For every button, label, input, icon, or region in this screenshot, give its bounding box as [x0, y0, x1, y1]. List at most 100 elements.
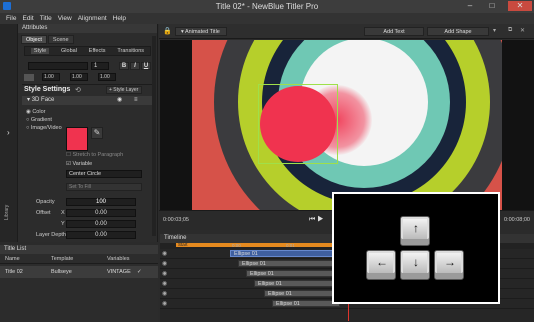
- menu-edit[interactable]: Edit: [22, 13, 33, 24]
- column-name[interactable]: Name: [5, 256, 51, 262]
- selection-box[interactable]: [258, 84, 338, 164]
- start-marker[interactable]: Start: [176, 242, 356, 247]
- menu-file[interactable]: File: [6, 13, 16, 24]
- clip-ellipse[interactable]: Ellipse 01: [230, 250, 340, 257]
- tick-label: 0:01: [286, 243, 295, 248]
- menu-title[interactable]: Title: [40, 13, 52, 24]
- set-to-fill-select[interactable]: Set To Fill: [66, 183, 142, 191]
- opacity-slider[interactable]: 100: [66, 198, 136, 206]
- minimize-button[interactable]: –: [462, 1, 478, 11]
- layer-depth-label: Layer Depth: [36, 232, 66, 238]
- bold-button[interactable]: B: [119, 62, 129, 70]
- layer-depth-slider[interactable]: 0.00: [66, 231, 136, 239]
- title-type-select[interactable]: ▾ Animated Title: [175, 27, 227, 36]
- eye-icon[interactable]: ◉: [117, 96, 122, 105]
- y-label: Y: [61, 221, 65, 227]
- end-time: 0:00:08;00: [504, 217, 530, 223]
- tick-label: 0:00: [232, 243, 241, 248]
- spacing-field-3[interactable]: 1.00: [98, 73, 116, 81]
- menu-view[interactable]: View: [58, 13, 72, 24]
- library-rail: › Library: [0, 24, 18, 242]
- radio-gradient[interactable]: ○ Gradient: [26, 117, 71, 125]
- add-shape-button[interactable]: Add Shape: [427, 27, 489, 36]
- style-layer-button[interactable]: + Style Layer: [106, 86, 142, 94]
- offset-y-slider[interactable]: 0.00: [66, 220, 136, 228]
- subtab-style[interactable]: Style: [30, 48, 50, 54]
- font-size-select[interactable]: 1: [91, 62, 109, 70]
- eye-icon[interactable]: ◉: [162, 290, 167, 297]
- menu-bar: File Edit Title View Alignment Help: [0, 13, 534, 24]
- close-icon[interactable]: ✕: [520, 27, 525, 34]
- eye-icon[interactable]: ◉: [162, 250, 167, 257]
- underline-button[interactable]: U: [141, 62, 151, 70]
- float-icon[interactable]: ⧉: [508, 27, 512, 34]
- title-list-row[interactable]: Title 02 Bullseye VINTAGE ✓: [0, 266, 158, 278]
- layer-header-3d-face[interactable]: ▾ 3D Face ◉ ≡: [22, 96, 152, 105]
- eye-icon[interactable]: ◉: [162, 270, 167, 277]
- clip-ellipse[interactable]: Ellipse 01: [246, 270, 340, 277]
- tab-object[interactable]: Object: [21, 35, 47, 44]
- subtab-transitions[interactable]: Transitions: [117, 48, 144, 54]
- menu-alignment[interactable]: Alignment: [78, 13, 107, 24]
- align-left-icon[interactable]: [24, 74, 34, 81]
- font-family-select[interactable]: [28, 62, 88, 70]
- attributes-header: Attributes: [18, 24, 157, 33]
- lock-icon[interactable]: 🔒: [163, 27, 172, 35]
- add-text-button[interactable]: Add Text: [364, 27, 424, 36]
- title-list-header: Title List: [0, 245, 158, 254]
- title-list-columns: Name Template Variables: [0, 254, 158, 264]
- arrow-keys-overlay: ↑ ← ↓ →: [332, 192, 500, 304]
- divider: [22, 84, 152, 85]
- library-label[interactable]: Library: [4, 205, 10, 220]
- fill-type-group: ◉ Color ○ Gradient ○ Image/Video: [26, 109, 71, 133]
- clip-ellipse[interactable]: Ellipse 01: [272, 300, 340, 307]
- radio-image-video[interactable]: ○ Image/Video: [26, 125, 71, 133]
- x-label: X: [61, 210, 65, 216]
- attributes-panel: Attributes Object Scene Style Global Effe…: [18, 24, 158, 242]
- tab-scene[interactable]: Scene: [47, 35, 74, 44]
- italic-button[interactable]: I: [130, 62, 140, 70]
- maximize-button[interactable]: □: [484, 1, 500, 11]
- eye-icon[interactable]: ◉: [162, 300, 167, 307]
- row-variables: VINTAGE: [107, 269, 131, 275]
- canvas-toolbar: 🔒 ▾ Animated Title Add Text Add Shape ▾ …: [159, 24, 534, 39]
- radio-color[interactable]: ◉ Color: [26, 109, 71, 117]
- current-time: 0:00:03;05: [163, 217, 189, 223]
- checkmark-icon[interactable]: ✓: [137, 269, 142, 275]
- spacing-field-1[interactable]: 1.00: [42, 73, 60, 81]
- eye-icon[interactable]: ◉: [162, 280, 167, 287]
- left-arrow-key-icon: ←: [366, 250, 396, 280]
- color-swatch[interactable]: [66, 127, 88, 151]
- title-list-panel: Title List Name Template Variables Title…: [0, 245, 158, 322]
- clip-ellipse[interactable]: Ellipse 01: [238, 260, 340, 267]
- offset-label: Offset: [36, 210, 51, 216]
- clip-ellipse[interactable]: Ellipse 01: [254, 280, 340, 287]
- reset-icon[interactable]: ⟲: [75, 86, 81, 94]
- variable-checkbox[interactable]: ☑ Variable: [66, 161, 92, 167]
- column-template[interactable]: Template: [51, 256, 107, 262]
- stretch-to-paragraph-checkbox[interactable]: ☐ Stretch to Paragraph: [66, 152, 123, 158]
- menu-icon[interactable]: ≡: [134, 96, 138, 105]
- clip-ellipse[interactable]: Ellipse 01: [264, 290, 340, 297]
- style-settings-heading: Style Settings: [24, 86, 71, 93]
- column-variables[interactable]: Variables: [107, 256, 130, 262]
- close-button[interactable]: ✕: [508, 1, 532, 11]
- subtab-effects[interactable]: Effects: [89, 48, 106, 54]
- playback-controls: ⏮▶: [309, 216, 326, 224]
- attributes-scrollbar[interactable]: [152, 36, 156, 236]
- subtab-global[interactable]: Global: [61, 48, 77, 54]
- offset-x-slider[interactable]: 0.00: [66, 209, 136, 217]
- eyedropper-icon[interactable]: ✎: [91, 127, 103, 139]
- expand-panel-icon[interactable]: ›: [7, 128, 10, 137]
- style-subtabs: Style Global Effects Transitions: [24, 46, 151, 56]
- row-name: Title 02: [5, 269, 23, 275]
- spacing-field-2[interactable]: 1.00: [70, 73, 88, 81]
- title-canvas[interactable]: [192, 40, 502, 210]
- eye-icon[interactable]: ◉: [162, 260, 167, 267]
- title-bar: Title 02* - NewBlue Titler Pro – □ ✕: [0, 0, 534, 13]
- dropdown-icon[interactable]: ▾: [493, 27, 496, 34]
- right-arrow-key-icon: →: [434, 250, 464, 280]
- variable-name-input[interactable]: Center Circle: [66, 170, 142, 178]
- menu-help[interactable]: Help: [113, 13, 126, 24]
- play-icon[interactable]: ▶: [317, 216, 325, 223]
